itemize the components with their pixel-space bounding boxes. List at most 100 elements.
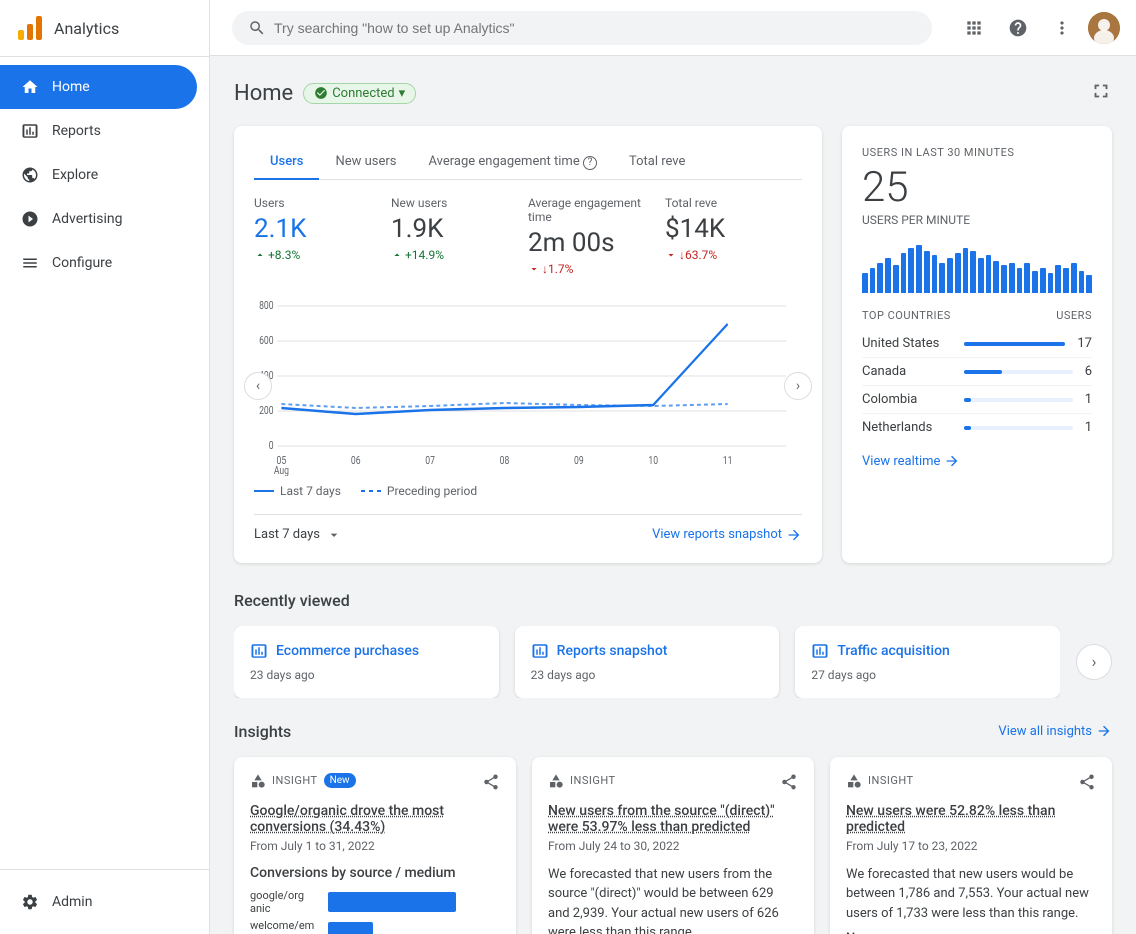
scroll-right-button[interactable]: › xyxy=(1076,644,1112,680)
metrics-values: Users 2.1K +8.3% New users 1.9K +14.9% xyxy=(254,196,802,276)
country-name: Colombia xyxy=(862,392,952,407)
realtime-bar xyxy=(924,251,930,293)
recent-card[interactable]: Reports snapshot 23 days ago xyxy=(515,626,780,698)
realtime-bar xyxy=(916,245,922,293)
insights-header: Insights View all insights xyxy=(234,722,1112,741)
date-selector-text: Last 7 days xyxy=(254,527,320,542)
main-panel: Home Connected ▾ Users New users xyxy=(210,0,1136,934)
chart-prev-button[interactable]: ‹ xyxy=(244,372,272,400)
realtime-bar xyxy=(970,251,976,293)
svg-text:08: 08 xyxy=(500,455,510,467)
tab-users[interactable]: Users xyxy=(254,146,319,180)
sidebar-label-admin: Admin xyxy=(52,894,92,910)
insight-card: INSIGHT New Google/organic drove the mos… xyxy=(234,757,516,934)
admin-icon xyxy=(20,892,40,912)
share-icon[interactable] xyxy=(482,773,500,791)
legend-previous-label: Preceding period xyxy=(387,484,477,498)
search-bar[interactable] xyxy=(232,11,932,45)
sidebar-label-explore: Explore xyxy=(52,167,98,183)
header-icons xyxy=(956,10,1120,46)
legend-previous-line xyxy=(361,490,381,492)
metric-revenue: Total reve $14K ↓63.7% xyxy=(665,196,802,276)
apps-button[interactable] xyxy=(956,10,992,46)
realtime-bar xyxy=(1055,265,1061,293)
insight-date: From July 17 to 23, 2022 xyxy=(846,839,1096,853)
expand-button[interactable] xyxy=(1090,80,1112,106)
legend-current-line xyxy=(254,490,274,492)
share-icon[interactable] xyxy=(780,773,798,791)
connection-badge[interactable]: Connected ▾ xyxy=(303,83,416,104)
country-count: 1 xyxy=(1085,392,1092,407)
tab-engagement[interactable]: Average engagement time ? xyxy=(413,146,613,180)
realtime-bar xyxy=(877,263,883,293)
report-icon xyxy=(531,642,549,660)
svg-text:0: 0 xyxy=(269,440,274,452)
sidebar-item-reports[interactable]: Reports xyxy=(0,109,197,153)
recent-card-title: Ecommerce purchases xyxy=(250,642,483,660)
realtime-bar xyxy=(939,263,945,293)
sidebar-item-admin[interactable]: Admin xyxy=(20,882,189,922)
metric-engagement: Average engagement time 2m 00s ↓1.7% xyxy=(528,196,665,276)
insight-card-header: INSIGHT New xyxy=(250,773,500,791)
more-options-button[interactable] xyxy=(1044,10,1080,46)
insight-body: We forecasted that new users would be be… xyxy=(846,865,1096,924)
sidebar-item-advertising[interactable]: Advertising xyxy=(0,197,197,241)
sidebar-item-configure[interactable]: Configure xyxy=(0,241,197,285)
search-input[interactable] xyxy=(274,20,916,36)
user-avatar[interactable] xyxy=(1088,12,1120,44)
chevron-down-icon: ▾ xyxy=(399,86,406,101)
date-selector[interactable]: Last 7 days xyxy=(254,527,342,543)
info-icon[interactable]: ? xyxy=(583,156,597,170)
realtime-count: 25 xyxy=(862,167,1092,209)
insight-title: Google/organic drove the most conversion… xyxy=(250,803,500,835)
realtime-card: USERS IN LAST 30 MINUTES 25 USERS PER MI… xyxy=(842,126,1112,563)
metric-new-users: New users 1.9K +14.9% xyxy=(391,196,528,276)
recent-card[interactable]: Ecommerce purchases 23 days ago xyxy=(234,626,499,698)
svg-text:800: 800 xyxy=(259,300,273,312)
insight-title: New users from the source "(direct)" wer… xyxy=(548,803,798,835)
configure-icon xyxy=(20,253,40,273)
app-logo[interactable]: Analytics xyxy=(0,0,209,57)
country-row: United States 17 xyxy=(862,330,1092,358)
realtime-title: USERS IN LAST 30 MINUTES xyxy=(862,146,1092,159)
realtime-bar xyxy=(1024,263,1030,293)
sidebar-item-home[interactable]: Home xyxy=(0,65,197,109)
help-button[interactable] xyxy=(1000,10,1036,46)
sidebar-item-explore[interactable]: Explore xyxy=(0,153,197,197)
app-header xyxy=(210,0,1136,56)
page-title-text: Home xyxy=(234,81,293,106)
realtime-bar xyxy=(993,261,999,293)
insight-label: INSIGHT xyxy=(846,773,914,789)
insight-bar-row: welcome/email xyxy=(250,919,500,934)
metrics-tabs: Users New users Average engagement time … xyxy=(254,146,802,180)
realtime-bar xyxy=(1079,271,1085,293)
realtime-bar xyxy=(1071,263,1077,293)
insight-date: From July 1 to 31, 2022 xyxy=(250,839,500,853)
dashboard-cards: Users New users Average engagement time … xyxy=(234,126,1112,563)
view-realtime-link[interactable]: View realtime xyxy=(862,453,1092,469)
metric-users-change: +8.3% xyxy=(254,248,375,262)
metric-revenue-value: $14K xyxy=(665,214,786,244)
recent-card[interactable]: Traffic acquisition 27 days ago xyxy=(795,626,1060,698)
realtime-bar xyxy=(908,248,914,293)
view-all-insights-link[interactable]: View all insights xyxy=(998,723,1112,739)
metric-users: Users 2.1K +8.3% xyxy=(254,196,391,276)
tab-revenue[interactable]: Total reve xyxy=(613,146,701,180)
sidebar-admin: Admin xyxy=(0,869,209,934)
chart-next-button[interactable]: › xyxy=(784,372,812,400)
search-icon xyxy=(248,19,266,37)
explore-icon xyxy=(20,165,40,185)
chart-legend: Last 7 days Preceding period xyxy=(254,484,802,498)
metric-new-users-value: 1.9K xyxy=(391,214,512,244)
svg-text:200: 200 xyxy=(259,405,273,417)
insight-card-header: INSIGHT xyxy=(548,773,798,791)
view-snapshot-link[interactable]: View reports snapshot xyxy=(652,527,802,543)
share-icon[interactable] xyxy=(1078,773,1096,791)
insight-bar-row: google/organic xyxy=(250,889,500,915)
countries-header: TOP COUNTRIES USERS xyxy=(862,309,1092,322)
metric-new-users-label: New users xyxy=(391,196,512,210)
country-row: Canada 6 xyxy=(862,358,1092,386)
tab-new-users[interactable]: New users xyxy=(319,146,412,180)
report-icon xyxy=(250,642,268,660)
svg-text:07: 07 xyxy=(425,455,435,467)
